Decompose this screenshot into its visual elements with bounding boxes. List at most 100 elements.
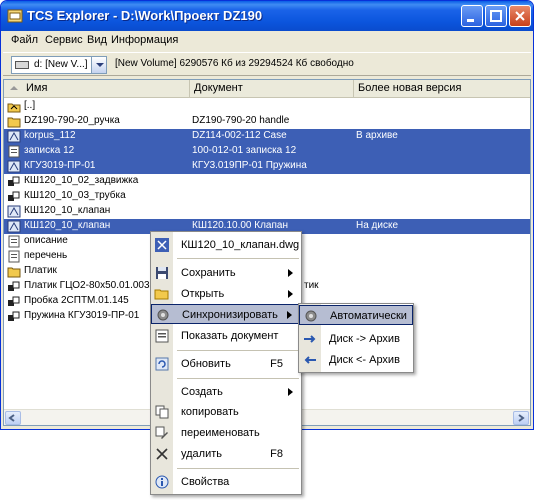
context-menu-file-header[interactable]: КШ120_10_клапан.dwg [151, 235, 301, 255]
row-name: КШ120_10_клапан [24, 220, 111, 231]
row-name: записка 12 [24, 145, 75, 156]
menu-service[interactable]: Сервис [45, 34, 83, 46]
submenu-arrow-icon [287, 311, 292, 319]
show-document-icon [155, 329, 169, 343]
list-header: Имя Документ Более новая версия [4, 80, 530, 98]
drive-icon [15, 61, 29, 69]
close-button[interactable] [509, 5, 531, 27]
drawing-icon [7, 220, 21, 233]
context-menu-separator [177, 350, 299, 351]
properties-icon [155, 475, 169, 489]
column-header-document[interactable]: Документ [190, 80, 354, 97]
title-bar[interactable]: TCS Explorer - D:\Work\Проект DZ190 [1, 1, 533, 31]
column-header-newer-version[interactable]: Более новая версия [354, 80, 530, 97]
row-newer-version: В архиве [356, 130, 398, 141]
submenu-arrow-icon [288, 269, 293, 277]
drive-dropdown-button[interactable] [91, 57, 106, 73]
table-row[interactable]: [..] [4, 99, 530, 114]
context-menu-show-document[interactable]: Показать документ [151, 326, 301, 346]
row-document: тик [304, 280, 319, 291]
refresh-icon [155, 357, 169, 371]
menu-file[interactable]: Файл [11, 34, 38, 46]
chevron-right-icon [518, 414, 525, 422]
delete-x-icon [156, 448, 168, 460]
menu-bar: Файл Сервис Вид Информация [1, 31, 533, 50]
floppy-disk-icon [156, 267, 168, 279]
context-menu-rename[interactable]: переименовать [151, 423, 301, 443]
row-name: перечень [24, 250, 68, 261]
table-row[interactable]: КШ120_10_03_трубка [4, 189, 530, 204]
row-name: [..] [24, 100, 36, 111]
scroll-left-button[interactable] [5, 411, 21, 425]
folder-icon [7, 267, 21, 278]
context-menu-create[interactable]: Создать [151, 382, 301, 402]
context-menu-open[interactable]: Открыть [151, 284, 301, 304]
column-header-name[interactable]: Имя [4, 80, 190, 97]
volume-info: [New Volume] 6290576 Кб из 29294524 Кб с… [115, 58, 354, 69]
context-menu-sync[interactable]: Синхронизировать [151, 304, 301, 324]
drawing-icon [7, 205, 21, 218]
drive-select[interactable]: d: [New V...] [11, 56, 107, 74]
table-row[interactable]: DZ190-790-20_ручка DZ190-790-20 handle [4, 114, 530, 129]
row-name: КШ120_10_03_трубка [24, 190, 126, 201]
submenu-arrow-icon [288, 388, 293, 396]
assembly-icon [8, 176, 20, 186]
assembly-icon [8, 191, 20, 201]
menu-view[interactable]: Вид [87, 34, 107, 46]
delete-shortcut: F8 [270, 448, 283, 460]
window-title: TCS Explorer - D:\Work\Проект DZ190 [27, 8, 263, 23]
row-document: КГУ3.019ПР-01 Пружина [192, 160, 307, 171]
assembly-icon [8, 281, 20, 291]
context-menu-separator [177, 378, 299, 379]
row-newer-version: На диске [356, 220, 399, 231]
chevron-down-icon [96, 63, 104, 67]
context-menu-delete[interactable]: удалить F8 [151, 444, 301, 464]
table-row[interactable]: КГУ3019-ПР-01 КГУ3.019ПР-01 Пружина [4, 159, 530, 174]
context-menu-save[interactable]: Сохранить [151, 263, 301, 283]
row-document: КШ120.10.00 Клапан [192, 220, 288, 231]
context-menu-separator [177, 468, 299, 469]
sync-gear-icon [157, 309, 169, 321]
table-row[interactable]: записка 12 100-012-01 записка 12 [4, 144, 530, 159]
row-name: КШ120_10_02_задвижка [24, 175, 139, 186]
document-icon [8, 145, 20, 158]
table-row[interactable]: КШ120_10_клапан [4, 204, 530, 219]
menu-info[interactable]: Информация [111, 34, 178, 46]
row-name: Пробка 2СПТМ.01.145 [24, 295, 129, 306]
minimize-button[interactable] [461, 5, 483, 27]
row-document: DZ190-790-20 handle [192, 115, 290, 126]
row-name: DZ190-790-20_ручка [24, 115, 120, 126]
close-icon [515, 11, 525, 21]
submenu-disk-to-archive[interactable]: Диск -> Архив [299, 329, 413, 349]
toolbar: d: [New V...] [New Volume] 6290576 Кб из… [3, 52, 531, 76]
row-name: Платик ГЦО2-80х50.01.003 [24, 280, 150, 291]
row-name: КГУ3019-ПР-01 [24, 160, 96, 171]
sync-gear-icon [305, 310, 317, 322]
row-document: DZ114-002-112 Case [192, 130, 287, 141]
row-name: Пружина КГУ3019-ПР-01 [24, 310, 140, 321]
context-menu: КШ120_10_клапан.dwg Сохранить Открыть Си… [150, 231, 302, 495]
rename-icon [155, 426, 168, 439]
row-document: 100-012-01 записка 12 [192, 145, 297, 156]
row-name: описание [24, 235, 68, 246]
drawing-icon [7, 160, 21, 173]
context-menu-refresh[interactable]: Обновить F5 [151, 354, 301, 374]
submenu-auto[interactable]: Автоматически [299, 305, 413, 325]
table-row[interactable]: КШ120_10_02_задвижка [4, 174, 530, 189]
assembly-icon [8, 296, 20, 306]
document-icon [8, 235, 20, 248]
sort-ascending-icon [10, 86, 18, 90]
submenu-archive-to-disk[interactable]: Диск <- Архив [299, 350, 413, 370]
row-name: КШ120_10_клапан [24, 205, 111, 216]
copy-icon [155, 405, 169, 419]
context-menu-properties[interactable]: Свойства [151, 472, 301, 492]
table-row[interactable]: korpus_112 DZ114-002-112 Case В архиве [4, 129, 530, 144]
open-folder-icon [154, 289, 169, 300]
drawing-icon [7, 130, 21, 143]
arrow-right-icon [304, 335, 316, 343]
maximize-button[interactable] [485, 5, 507, 27]
dwg-file-icon [155, 238, 169, 252]
scroll-right-button[interactable] [513, 411, 529, 425]
context-menu-copy[interactable]: копировать [151, 402, 301, 422]
sync-submenu: Автоматически Диск -> Архив Диск <- Архи… [298, 303, 414, 373]
